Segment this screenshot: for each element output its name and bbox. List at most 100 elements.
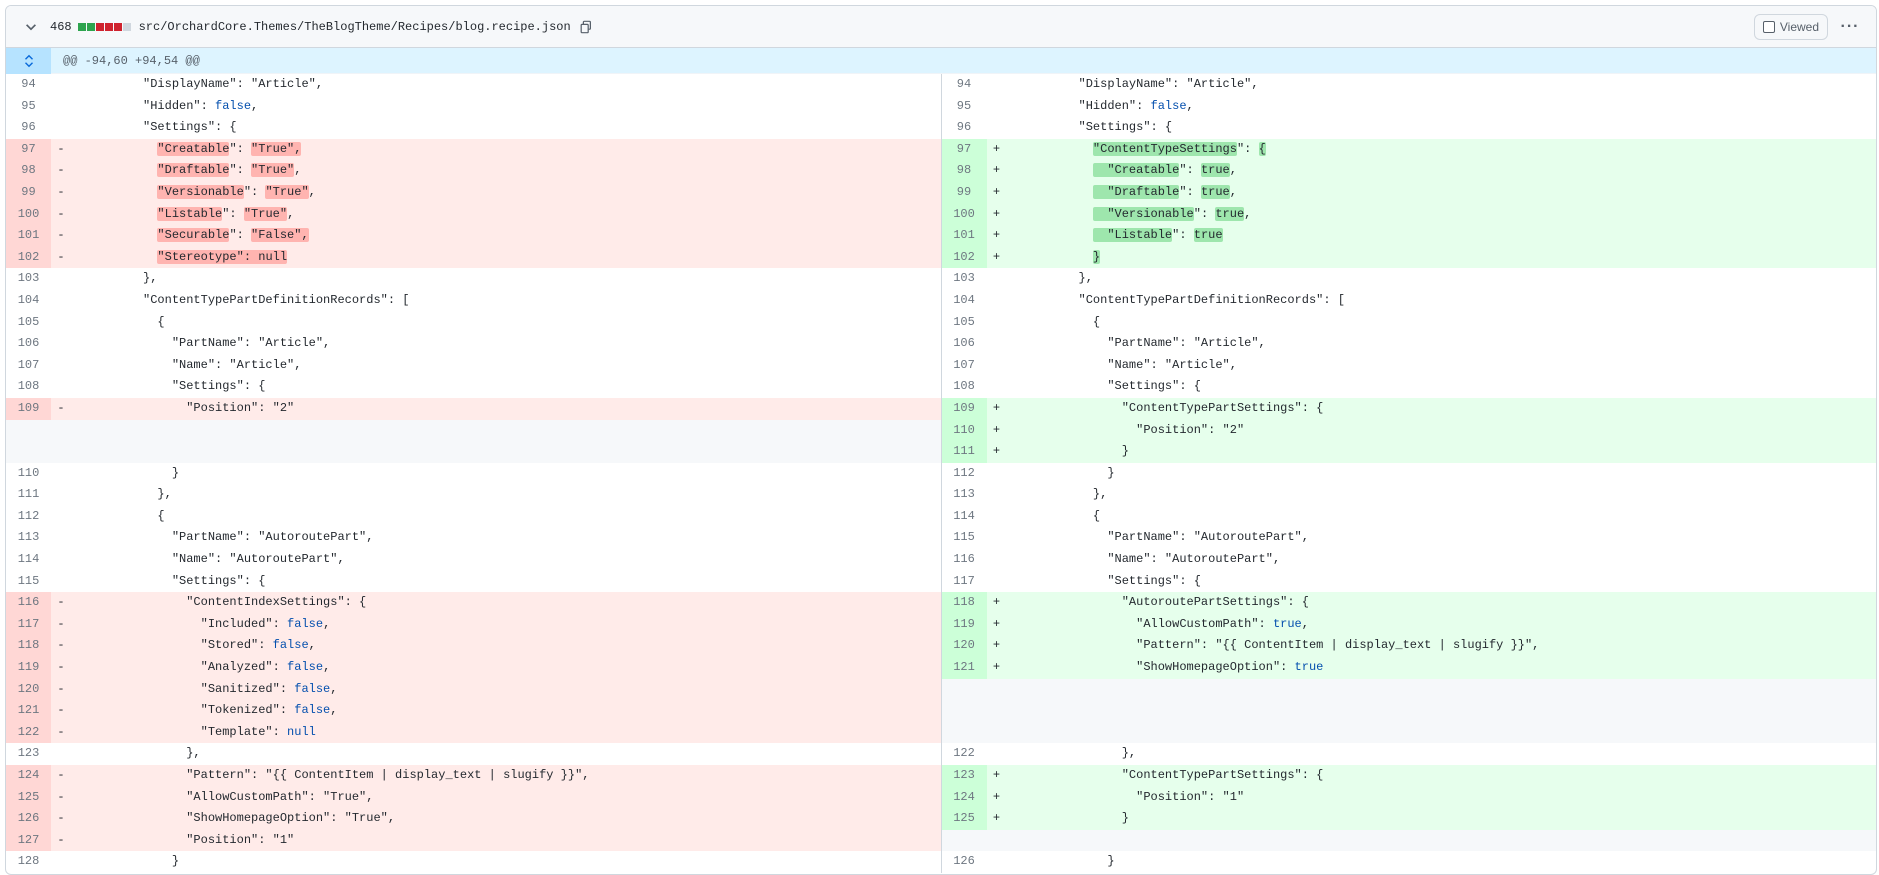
line-number[interactable]: 118: [6, 635, 51, 658]
diff-line-add: 118 + "AutoroutePartSettings": {: [941, 592, 1876, 614]
line-number[interactable]: 95: [6, 96, 51, 118]
line-number[interactable]: 118: [941, 592, 987, 614]
code-token: ":: [1193, 206, 1216, 221]
code-token: "PartName": "Article",: [71, 336, 331, 351]
code-token: "Settings": {: [71, 573, 266, 588]
line-number[interactable]: 121: [6, 700, 51, 722]
line-number[interactable]: 104: [942, 290, 987, 312]
line-number[interactable]: 117: [942, 571, 987, 593]
diff-line-ctx: 113 "PartName": "AutoroutePart",: [6, 527, 941, 549]
line-number[interactable]: 101: [941, 225, 987, 247]
line-number[interactable]: 115: [6, 571, 51, 593]
line-number[interactable]: 99: [6, 181, 51, 204]
line-number[interactable]: 120: [6, 678, 51, 701]
diff-marker: +: [992, 616, 1001, 631]
line-number[interactable]: 97: [941, 138, 987, 161]
line-number[interactable]: 117: [6, 613, 51, 636]
line-number[interactable]: 111: [941, 441, 987, 463]
code-token: ,: [294, 163, 302, 178]
line-number[interactable]: 98: [941, 160, 987, 182]
chevron-down-icon[interactable]: [20, 16, 42, 38]
line-number[interactable]: 114: [942, 506, 987, 528]
line-number[interactable]: 124: [6, 765, 51, 787]
line-number[interactable]: 105: [942, 312, 987, 334]
line-number[interactable]: 114: [6, 549, 51, 571]
line-number[interactable]: 123: [941, 765, 987, 787]
line-number[interactable]: 125: [941, 808, 987, 830]
line-number[interactable]: 113: [942, 484, 987, 506]
line-number[interactable]: 99: [941, 181, 987, 204]
line-number[interactable]: 103: [6, 268, 51, 290]
line-number[interactable]: 103: [942, 268, 987, 290]
line-number[interactable]: 107: [6, 355, 51, 377]
viewed-toggle[interactable]: Viewed: [1753, 13, 1828, 40]
line-number[interactable]: 95: [942, 96, 987, 118]
expand-icon[interactable]: [6, 47, 51, 74]
line-number[interactable]: 102: [941, 246, 987, 269]
code-token: {: [1006, 508, 1101, 523]
line-number[interactable]: 109: [941, 397, 987, 420]
line-number[interactable]: 107: [942, 355, 987, 377]
code-text: "Name": "Article",: [71, 355, 941, 377]
file-path[interactable]: src/OrchardCore.Themes/TheBlogTheme/Reci…: [139, 20, 571, 34]
diff-line-ctx: 116 "Name": "AutoroutePart",: [942, 549, 1877, 571]
line-number[interactable]: 119: [6, 657, 51, 679]
diff-marker: [987, 851, 1007, 873]
line-number[interactable]: 100: [941, 203, 987, 226]
diff-marker: [51, 74, 71, 96]
line-number[interactable]: 101: [6, 225, 51, 247]
code-text: {: [1007, 506, 1877, 528]
diff-line-empty: [6, 419, 941, 442]
line-number[interactable]: 105: [6, 312, 51, 334]
line-number[interactable]: 119: [941, 613, 987, 636]
line-number[interactable]: 126: [6, 808, 51, 830]
line-number[interactable]: 120: [941, 635, 987, 658]
line-number[interactable]: 109: [6, 397, 51, 420]
line-number[interactable]: 128: [6, 851, 51, 873]
line-number[interactable]: 113: [6, 527, 51, 549]
line-number[interactable]: 123: [6, 743, 51, 765]
line-number[interactable]: 115: [942, 527, 987, 549]
line-number[interactable]: 116: [942, 549, 987, 571]
diff-line-add: 121 + "ShowHomepageOption": true: [941, 657, 1876, 679]
line-number[interactable]: 94: [6, 74, 51, 96]
line-number[interactable]: 108: [942, 376, 987, 398]
copy-icon[interactable]: [579, 20, 593, 34]
code-token: ":: [222, 206, 244, 221]
line-number[interactable]: 94: [942, 74, 987, 96]
line-number[interactable]: 112: [6, 506, 51, 528]
line-number[interactable]: 104: [6, 290, 51, 312]
diff-line-del: 116- "ContentIndexSettings": {: [6, 592, 941, 614]
line-number[interactable]: 102: [6, 246, 51, 269]
checkbox-icon[interactable]: [1762, 20, 1775, 33]
line-number[interactable]: 125: [6, 786, 51, 809]
line-number[interactable]: 98: [6, 160, 51, 182]
line-number[interactable]: 110: [941, 419, 987, 442]
line-number[interactable]: 96: [942, 117, 987, 139]
change-count: 468: [50, 19, 72, 34]
line-number[interactable]: 126: [942, 851, 987, 873]
line-number[interactable]: 106: [942, 333, 987, 355]
line-number[interactable]: 106: [6, 333, 51, 355]
line-number[interactable]: 111: [6, 484, 51, 506]
kebab-menu-icon[interactable]: ···: [1836, 14, 1864, 40]
line-number[interactable]: 122: [942, 743, 987, 765]
line-number[interactable]: 110: [6, 463, 51, 485]
line-number[interactable]: 96: [6, 117, 51, 139]
line-number[interactable]: 122: [6, 721, 51, 744]
diff-marker: [987, 333, 1007, 355]
code-token: "ShowHomepageOption":: [1006, 660, 1295, 675]
line-number[interactable]: 100: [6, 203, 51, 226]
line-number[interactable]: 127: [6, 829, 51, 852]
line-number[interactable]: 121: [941, 657, 987, 679]
code-token: "Name": "Article",: [71, 357, 302, 372]
diff-line-del: 100- "Listable": "True",: [6, 203, 941, 226]
line-number[interactable]: 97: [6, 138, 51, 161]
line-number[interactable]: 112: [942, 463, 987, 485]
line-number[interactable]: 124: [941, 786, 987, 809]
line-number[interactable]: 116: [6, 592, 51, 614]
line-number[interactable]: 108: [6, 376, 51, 398]
